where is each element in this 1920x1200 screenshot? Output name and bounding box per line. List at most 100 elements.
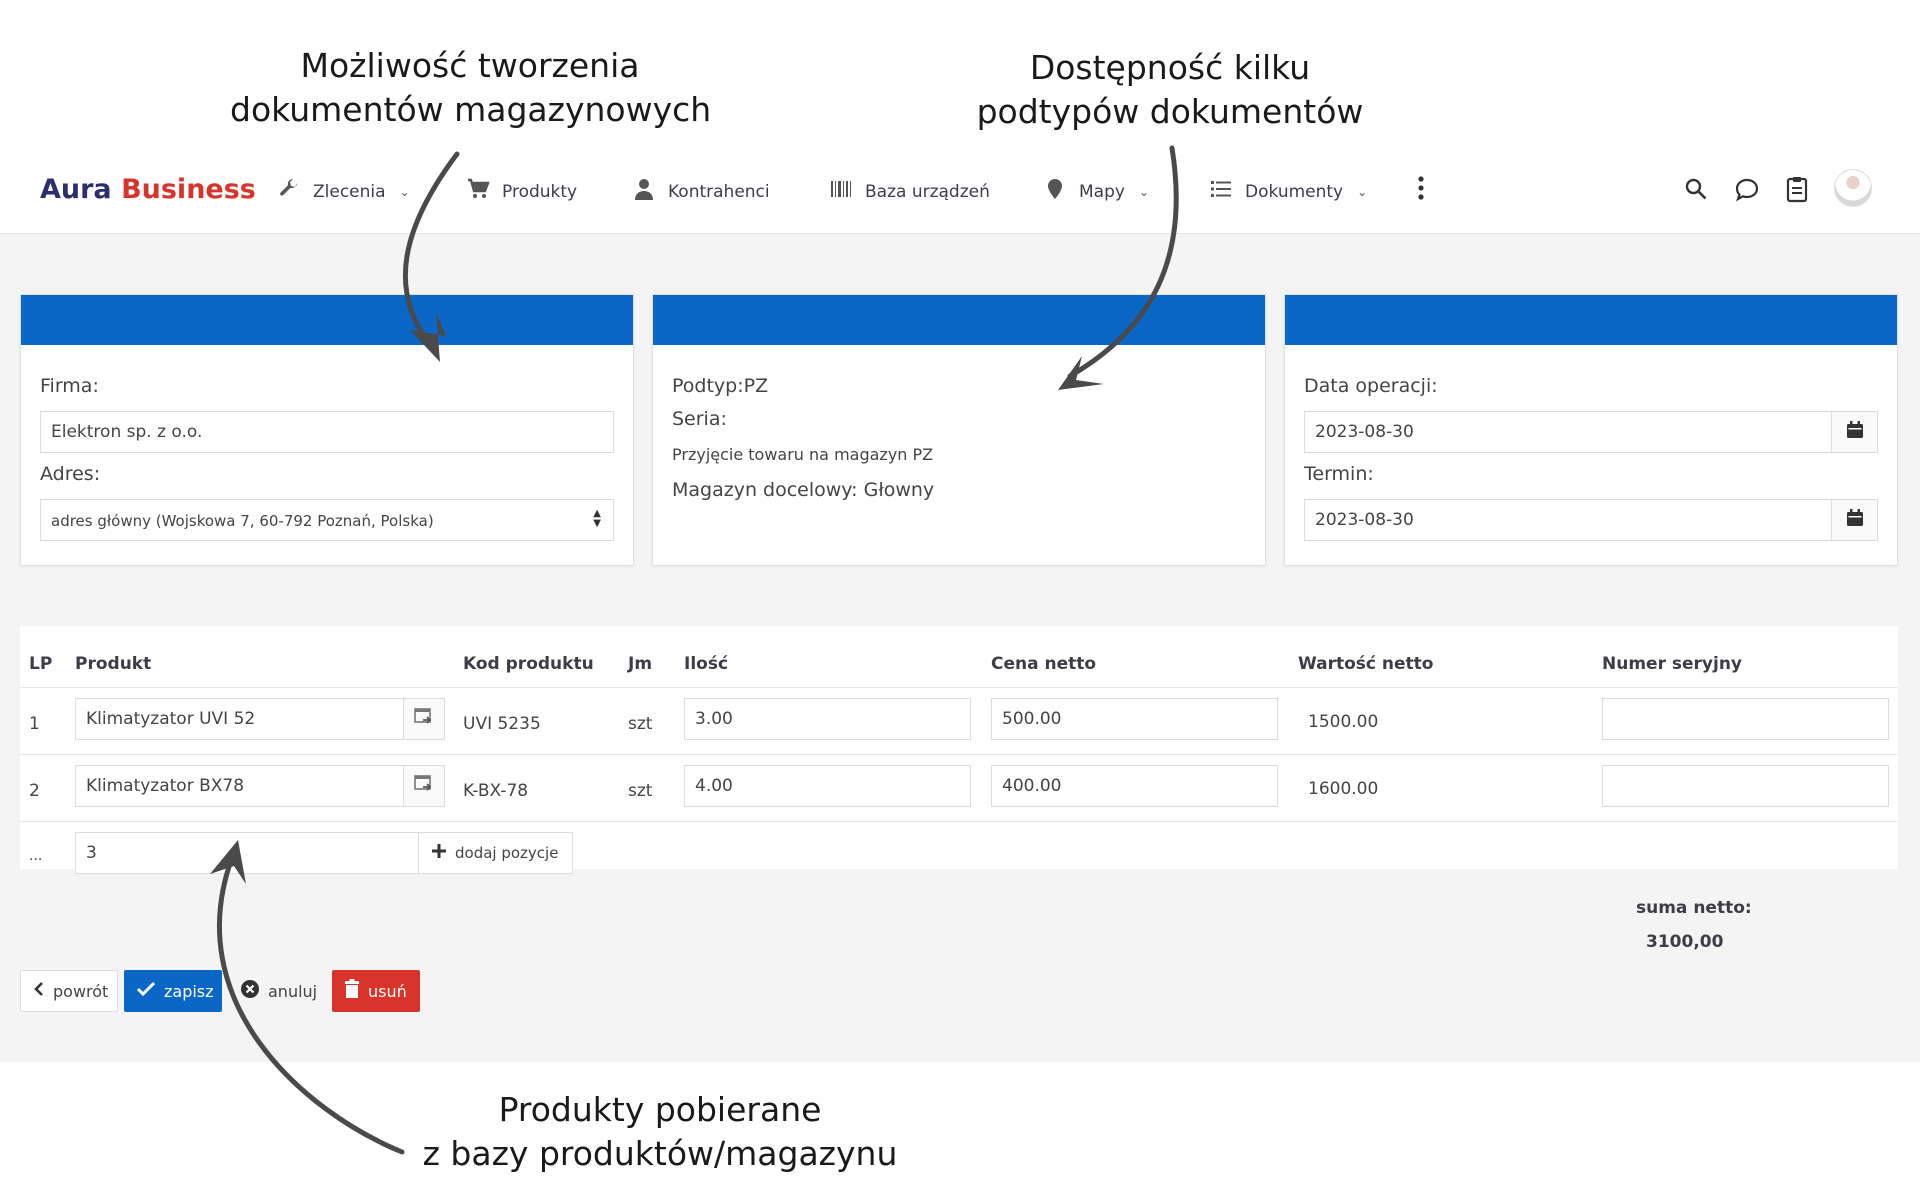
annotation-line: Możliwość tworzenia bbox=[300, 46, 640, 85]
nav-mapy-label: Mapy bbox=[1079, 181, 1125, 202]
brand-logo[interactable]: Aura Business bbox=[40, 174, 256, 205]
calendar-button[interactable] bbox=[1831, 412, 1877, 452]
seria-label: Seria: bbox=[672, 408, 727, 430]
quantity-field[interactable]: 4.00 bbox=[684, 765, 971, 807]
document-description: Przyjęcie towaru na magazyn PZ bbox=[672, 445, 934, 464]
products-table: LP Produkt Kod produktu Jm Ilość Cena ne… bbox=[20, 626, 1898, 874]
dates-card: Data operacji: 2023-08-30 Termin: 2023-0… bbox=[1284, 294, 1898, 566]
nav-mapy[interactable]: Mapy ⌄ bbox=[1043, 177, 1149, 206]
nav-kontrahenci[interactable]: Kontrahenci bbox=[632, 177, 770, 206]
termin-field[interactable]: 2023-08-30 bbox=[1304, 499, 1878, 541]
adres-select-value: adres główny (Wojskowa 7, 60-792 Poznań,… bbox=[51, 512, 434, 530]
header-lp: LP bbox=[29, 654, 53, 674]
termin-value: 2023-08-30 bbox=[1315, 510, 1414, 530]
nav-baza-urzadzen[interactable]: Baza urządzeń bbox=[829, 177, 990, 206]
header-produkt: Produkt bbox=[75, 654, 152, 674]
product-picker-button[interactable] bbox=[403, 765, 445, 807]
delete-button[interactable]: usuń bbox=[332, 970, 420, 1012]
cell-jm: szt bbox=[628, 781, 653, 801]
product-field[interactable]: Klimatyzator UVI 52 bbox=[75, 698, 405, 740]
cell-lp: 2 bbox=[29, 781, 40, 801]
calendar-button[interactable] bbox=[1831, 500, 1877, 540]
header-jm: Jm bbox=[628, 654, 653, 674]
nav-zlecenia-label: Zlecenia bbox=[313, 181, 386, 202]
nav-baza-label: Baza urządzeń bbox=[865, 181, 990, 202]
more-menu-button[interactable] bbox=[1414, 174, 1428, 207]
cancel-label: anuluj bbox=[268, 981, 318, 1001]
annotation-line: z bazy produktów/magazynu bbox=[422, 1134, 898, 1173]
annotation-warehouse-docs: Możliwość tworzenia dokumentów magazynow… bbox=[230, 44, 711, 132]
adres-label: Adres: bbox=[40, 463, 101, 485]
cell-wartosc: 1500.00 bbox=[1308, 712, 1379, 732]
cell-lp: ... bbox=[29, 848, 43, 864]
header-ilosc: Ilość bbox=[684, 654, 729, 674]
price-field[interactable]: 500.00 bbox=[991, 698, 1278, 740]
termin-label: Termin: bbox=[1304, 463, 1374, 485]
header-numer: Numer seryjny bbox=[1602, 654, 1743, 674]
nav-dokumenty[interactable]: Dokumenty ⌄ bbox=[1209, 177, 1367, 206]
serial-number-field[interactable] bbox=[1602, 698, 1889, 740]
company-card: Firma: Elektron sp. z o.o. Adres: adres … bbox=[20, 294, 634, 566]
header-wartosc: Wartość netto bbox=[1298, 654, 1434, 674]
add-item-label: dodaj pozycje bbox=[455, 844, 559, 862]
chat-button[interactable] bbox=[1734, 177, 1760, 208]
save-button[interactable]: zapisz bbox=[124, 970, 222, 1012]
calendar-icon bbox=[1846, 508, 1864, 532]
avatar[interactable] bbox=[1834, 169, 1872, 207]
firma-field[interactable]: Elektron sp. z o.o. bbox=[40, 411, 614, 453]
chevron-left-icon bbox=[33, 981, 45, 1001]
price-field[interactable]: 400.00 bbox=[991, 765, 1278, 807]
search-button[interactable] bbox=[1684, 177, 1708, 206]
net-total-label: suma netto: bbox=[1636, 898, 1752, 918]
card-header bbox=[21, 295, 633, 345]
back-label: powrót bbox=[53, 981, 109, 1001]
cancel-button[interactable]: anuluj bbox=[228, 970, 326, 1012]
product-picker-button[interactable] bbox=[403, 698, 445, 740]
data-operacji-label: Data operacji: bbox=[1304, 375, 1438, 397]
select-arrows-icon: ▲ ▼ bbox=[593, 508, 601, 529]
annotation-line: podtypów dokumentów bbox=[976, 92, 1364, 131]
product-field[interactable]: Klimatyzator BX78 bbox=[75, 765, 405, 807]
net-total-value: 3100,00 bbox=[1646, 932, 1724, 952]
row-divider bbox=[20, 821, 1898, 822]
more-vertical-icon bbox=[1414, 174, 1428, 207]
clipboard-button[interactable] bbox=[1785, 175, 1809, 208]
cart-icon bbox=[466, 177, 490, 206]
brand-part2: Business bbox=[121, 174, 256, 205]
header-kod: Kod produktu bbox=[463, 654, 594, 674]
chat-icon bbox=[1734, 177, 1760, 208]
back-button[interactable]: powrót bbox=[20, 970, 118, 1012]
new-product-input[interactable]: 3 bbox=[75, 832, 420, 874]
nav-kontrahenci-label: Kontrahenci bbox=[668, 181, 770, 202]
annotation-subtypes: Dostępność kilku podtypów dokumentów bbox=[960, 46, 1380, 134]
calendar-icon bbox=[1846, 420, 1864, 444]
clipboard-icon bbox=[1785, 175, 1809, 208]
firma-label: Firma: bbox=[40, 375, 99, 397]
nav-produkty[interactable]: Produkty bbox=[466, 177, 577, 206]
card-header bbox=[1285, 295, 1897, 345]
header-cena: Cena netto bbox=[991, 654, 1097, 674]
quantity-field[interactable]: 3.00 bbox=[684, 698, 971, 740]
list-icon bbox=[1209, 177, 1233, 206]
close-circle-icon bbox=[240, 979, 260, 1003]
user-icon bbox=[632, 177, 656, 206]
nav-zlecenia[interactable]: Zlecenia ⌄ bbox=[277, 177, 410, 206]
top-navbar: Aura Business Zlecenia ⌄ Produkty Kontra… bbox=[0, 147, 1920, 234]
content-area: Firma: Elektron sp. z o.o. Adres: adres … bbox=[0, 234, 1920, 1062]
cell-jm: szt bbox=[628, 714, 653, 734]
wrench-icon bbox=[277, 177, 301, 206]
target-warehouse: Magazyn docelowy: Głowny bbox=[672, 479, 935, 501]
card-header bbox=[653, 295, 1265, 345]
delete-label: usuń bbox=[368, 981, 407, 1001]
nav-dokumenty-label: Dokumenty bbox=[1245, 181, 1344, 202]
map-pin-icon bbox=[1043, 177, 1067, 206]
chevron-down-icon: ⌄ bbox=[399, 184, 410, 199]
data-operacji-field[interactable]: 2023-08-30 bbox=[1304, 411, 1878, 453]
serial-number-field[interactable] bbox=[1602, 765, 1889, 807]
trash-icon bbox=[344, 979, 360, 1003]
adres-select[interactable]: adres główny (Wojskowa 7, 60-792 Poznań,… bbox=[40, 499, 614, 541]
add-item-button[interactable]: dodaj pozycje bbox=[418, 832, 573, 874]
annotation-products-source: Produkty pobierane z bazy produktów/maga… bbox=[400, 1088, 920, 1176]
cell-wartosc: 1600.00 bbox=[1308, 779, 1379, 799]
check-icon bbox=[136, 981, 156, 1001]
